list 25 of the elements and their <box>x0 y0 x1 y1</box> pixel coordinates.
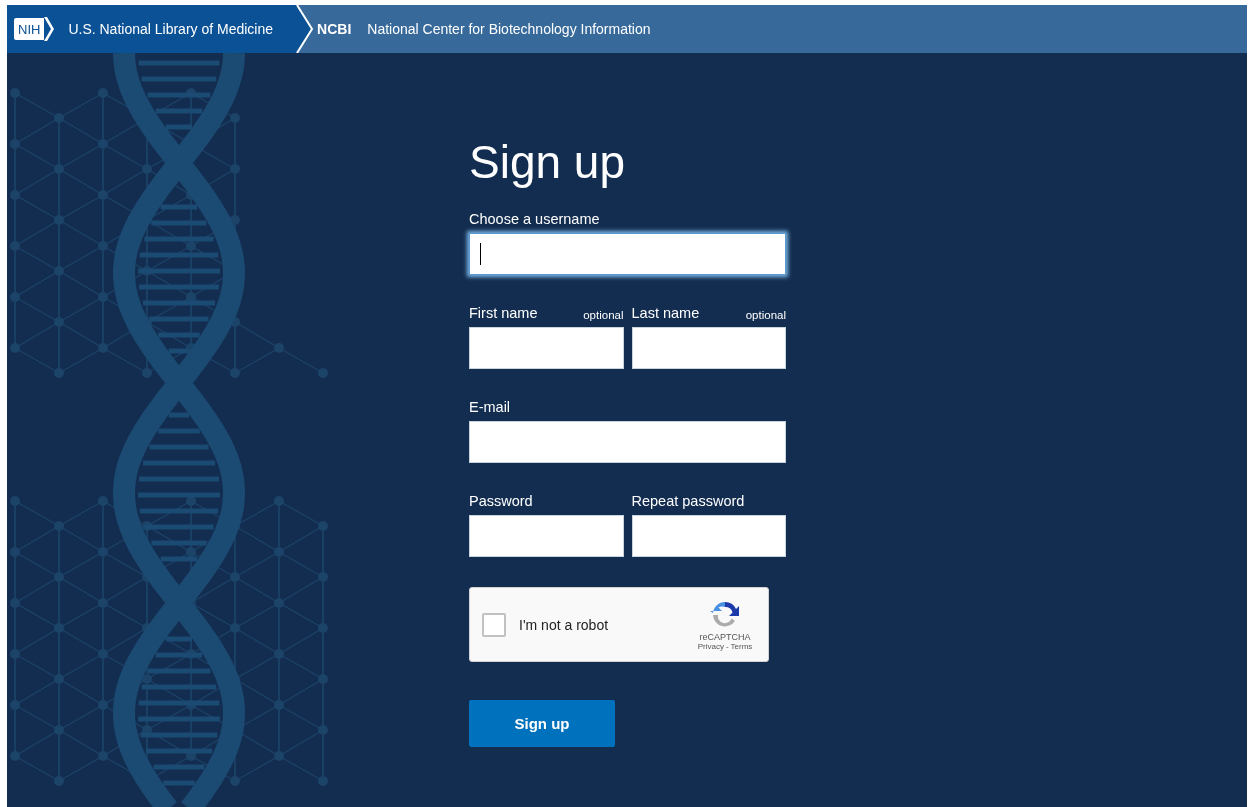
field-label: First name <box>469 305 538 321</box>
captcha-brand: reCAPTCHA <box>699 632 751 642</box>
input-field[interactable] <box>469 421 786 463</box>
field-label: Repeat password <box>631 493 745 509</box>
input-field[interactable] <box>631 327 786 369</box>
link-separator: - <box>725 642 729 651</box>
sign-up-button[interactable]: Sign up <box>469 700 615 747</box>
input-field[interactable] <box>469 515 624 557</box>
input-field[interactable] <box>631 515 786 557</box>
page-title: Sign up <box>469 135 626 190</box>
captcha-checkbox[interactable] <box>482 612 506 637</box>
field-label: Choose a username <box>469 211 600 227</box>
privacy-link[interactable]: Privacy <box>697 642 724 651</box>
optional-note: optional <box>583 309 624 321</box>
field-label: E-mail <box>469 399 511 415</box>
input-field[interactable] <box>469 233 786 275</box>
field-label: Password <box>469 493 533 509</box>
ncbi-title: National Center for Biotechnology Information <box>367 21 651 37</box>
ncbi-link[interactable]: NCBI <box>317 21 352 37</box>
field-label: Last name <box>631 305 700 321</box>
terms-link[interactable]: Terms <box>730 642 753 651</box>
input-field[interactable] <box>469 327 624 369</box>
captcha-label: I'm not a robot <box>519 616 610 633</box>
optional-note: optional <box>745 309 786 321</box>
library-link[interactable]: U.S. National Library of Medicine <box>68 21 274 37</box>
